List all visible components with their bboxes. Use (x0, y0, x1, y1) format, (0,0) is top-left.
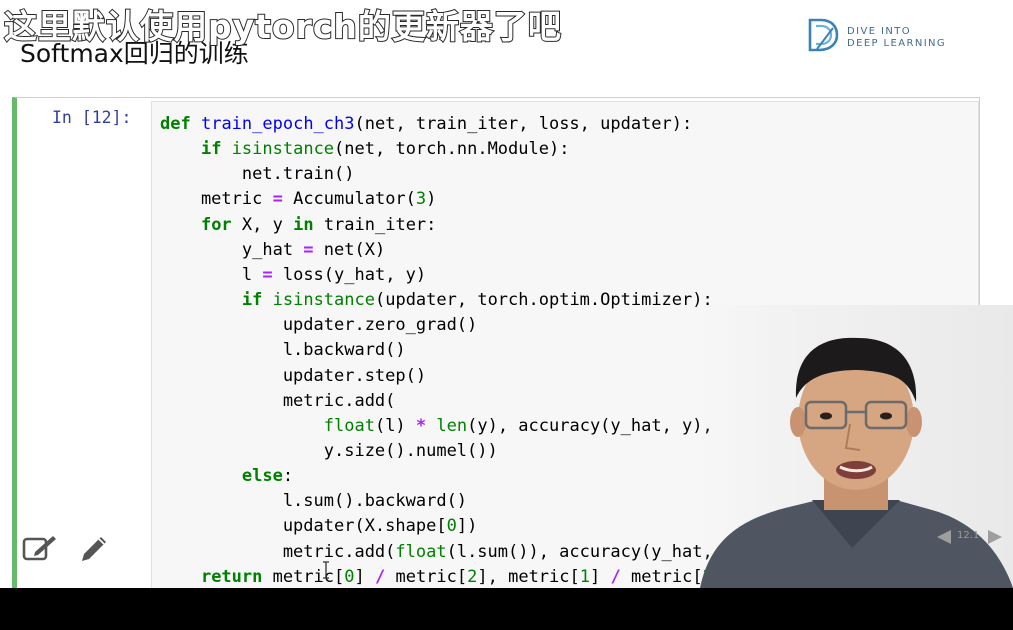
code-line: l = loss(y_hat, y) (160, 263, 426, 288)
code-line: if isinstance(net, torch.nn.Module): (160, 137, 570, 162)
code-token: (net, train_iter, loss, updater): (354, 114, 693, 134)
code-token: metric[ (262, 566, 345, 587)
code-line: metric.add( (160, 389, 396, 414)
code-line: metric = Accumulator(3) (160, 187, 436, 212)
code-token: l (160, 264, 263, 285)
code-token: = (272, 189, 283, 210)
code-token: = (262, 264, 273, 285)
code-token: in (293, 214, 314, 235)
code-token: ]) (456, 516, 478, 537)
code-token: ] (590, 566, 611, 587)
edit-box-icon[interactable] (22, 533, 58, 563)
triangle-left-icon[interactable] (935, 528, 953, 546)
code-token: ], metric[ (477, 566, 580, 587)
code-line: l.sum().backward() (160, 489, 467, 514)
code-line: updater.zero_grad() (160, 313, 477, 338)
code-token: updater.zero_grad() (160, 315, 478, 336)
code-line: y_hat = net(X) (160, 238, 385, 263)
code-token: return (200, 566, 263, 587)
code-line: net.train() (160, 162, 355, 187)
code-token: : (282, 466, 294, 487)
code-token: metric.add( (160, 390, 396, 411)
code-token: float (395, 541, 447, 562)
code-token: net(X) (313, 239, 386, 260)
code-token: (net, torch.nn.Module): (334, 139, 570, 160)
code-token: train_epoch_ch3 (200, 114, 355, 134)
code-line: float(l) * len(y), accuracy(y_hat, y), (160, 414, 713, 439)
video-letterbox-bar (0, 588, 1013, 630)
code-line: if isinstance(updater, torch.optim.Optim… (160, 288, 713, 313)
code-token: isinstance (231, 139, 335, 160)
code-token: float (323, 415, 375, 436)
code-token: if (241, 290, 263, 311)
code-token: l.backward() (160, 340, 406, 361)
triangle-right-icon[interactable] (986, 528, 1004, 546)
code-token: updater(X.shape[ (160, 516, 447, 537)
code-token: l.sum().backward() (160, 491, 468, 512)
d2l-logo: DIVE INTO DEEP LEARNING (807, 16, 957, 56)
d2l-logo-icon (808, 18, 839, 52)
code-token: (y), accuracy(y_hat, y), (467, 415, 713, 436)
code-line: y.size().numel()) (160, 439, 498, 464)
code-token: net.train() (160, 164, 355, 185)
code-token: else (241, 466, 283, 487)
code-token: = (303, 239, 314, 260)
code-token: y.size().numel()) (160, 440, 498, 461)
code-line: updater(X.shape[0]) (160, 514, 478, 539)
code-token: 2 (467, 566, 478, 587)
code-token: metric[ (620, 566, 703, 587)
code-token: * (415, 415, 427, 436)
code-token: 0 (446, 516, 457, 537)
code-token: loss(y_hat, y) (272, 264, 427, 285)
code-token: metric (160, 189, 273, 210)
code-token: (l) (374, 415, 416, 436)
code-token: ) (426, 189, 437, 210)
code-token: metric.add( (160, 541, 396, 562)
code-token: ] (354, 566, 375, 587)
code-token: isinstance (272, 290, 375, 311)
code-token: def (160, 114, 191, 134)
code-token: y_hat (160, 239, 304, 260)
code-token: for (200, 214, 232, 235)
code-token: train_iter: (313, 214, 437, 235)
code-token: if (200, 139, 222, 160)
slide-number: 12.1 (957, 530, 980, 541)
code-line: else: (160, 464, 293, 489)
code-token: X, y (231, 214, 294, 235)
code-line: updater.step() (160, 364, 426, 389)
code-token: updater.step() (160, 365, 427, 386)
code-token: len (436, 415, 468, 436)
code-token: / (610, 566, 621, 587)
slide: Softmax回归的训练 DIVE INTO DEEP LEARNING In … (0, 0, 1013, 588)
code-line: return metric[0] / metric[2], metric[1] … (160, 565, 723, 588)
code-token: Accumulator( (282, 189, 416, 210)
cell-prompt: In [12]: (52, 108, 132, 127)
logo-line2: DEEP LEARNING (847, 38, 947, 49)
pencil-icon[interactable] (78, 533, 110, 565)
code-line: def train_epoch_ch3(net, train_iter, los… (160, 112, 692, 137)
code-line: l.backward() (160, 338, 406, 363)
code-line: for X, y in train_iter: (160, 213, 436, 238)
logo-line1: DIVE INTO (847, 26, 911, 37)
video-subtitle: 这里默认使用pytorch的更新器了吧 (3, 6, 562, 47)
code-token: 1 (579, 566, 590, 587)
code-token: 0 (344, 566, 355, 587)
text-cursor-icon (323, 561, 329, 579)
code-token: 3 (415, 189, 427, 210)
code-token: / (375, 566, 386, 587)
code-token: (updater, torch.optim.Optimizer): (374, 290, 713, 311)
slide-nav: 12.1 (935, 526, 1005, 548)
code-token: metric[ (385, 566, 468, 587)
